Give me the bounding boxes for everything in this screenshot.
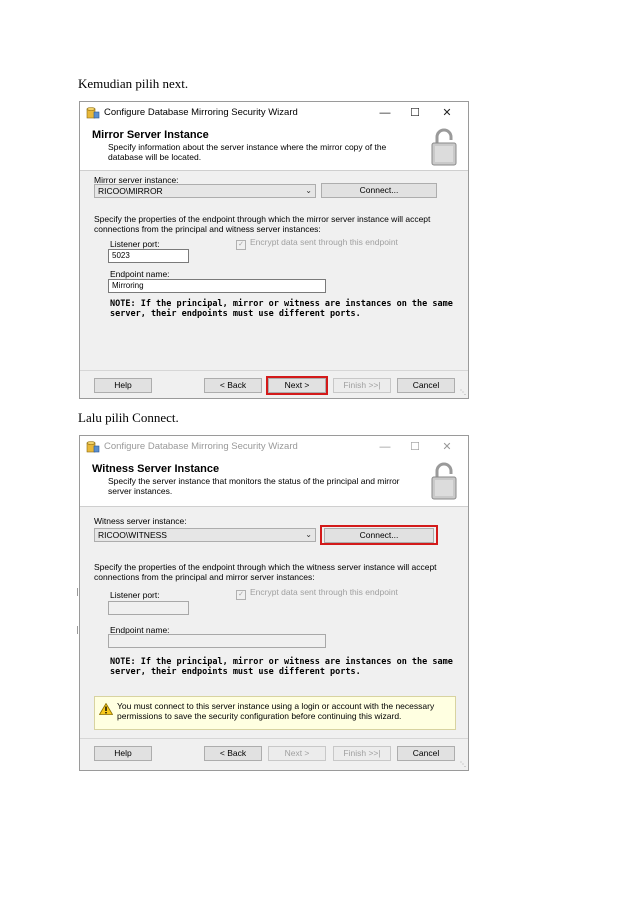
help-button[interactable]: Help — [94, 746, 152, 761]
help-button[interactable]: Help — [94, 378, 152, 393]
listener-port-input[interactable]: 5023 — [108, 249, 189, 263]
back-button[interactable]: < Back — [204, 746, 262, 761]
encrypt-label: Encrypt data sent through this endpoint — [250, 587, 398, 597]
wizard-header: Witness Server Instance Specify the serv… — [80, 458, 468, 507]
caption-lalu: Lalu pilih Connect. — [78, 410, 179, 425]
close-button[interactable]: ✕ — [432, 103, 462, 123]
window-title: Configure Database Mirroring Security Wi… — [104, 441, 298, 452]
checkbox-checked-icon: ✓ — [236, 240, 246, 250]
page-title: Mirror Server Instance — [92, 129, 209, 141]
caption-kemudian: Kemudian pilih next. — [78, 76, 189, 91]
close-button[interactable]: ✕ — [432, 437, 462, 457]
page-title: Witness Server Instance — [92, 463, 220, 475]
warning-icon — [99, 703, 113, 715]
resize-grip-icon[interactable]: ⋱ — [460, 389, 466, 396]
connect-button[interactable]: Connect... — [321, 183, 437, 198]
witness-instance-value: RICOO\WITNESS — [98, 530, 167, 540]
chevron-down-icon: ⌄ — [305, 186, 312, 195]
database-wizard-icon — [86, 441, 100, 453]
ports-note: NOTE: If the principal, mirror or witnes… — [110, 657, 453, 677]
endpoint-description: Specify the properties of the endpoint t… — [94, 214, 431, 234]
maximize-button[interactable]: ☐ — [400, 103, 430, 123]
page-description: Specify information about the server ins… — [108, 142, 387, 162]
database-wizard-icon — [86, 107, 100, 119]
title-bar: Configure Database Mirroring Security Wi… — [80, 102, 468, 124]
encrypt-label: Encrypt data sent through this endpoint — [250, 237, 398, 247]
finish-button[interactable]: Finish >>| — [333, 378, 391, 393]
minimize-button[interactable]: — — [370, 103, 400, 123]
footer-divider — [80, 370, 468, 371]
margin-mark — [77, 626, 78, 634]
endpoint-name-input[interactable] — [108, 634, 326, 648]
endpoint-name-label: Endpoint name: — [110, 269, 170, 279]
endpoint-name-input[interactable]: Mirroring — [108, 279, 326, 293]
cancel-button[interactable]: Cancel — [397, 378, 455, 393]
listener-port-input[interactable] — [108, 601, 189, 615]
next-button[interactable]: Next > — [268, 746, 326, 761]
checkbox-checked-icon: ✓ — [236, 590, 246, 600]
page-description: Specify the server instance that monitor… — [108, 476, 400, 496]
ports-note: NOTE: If the principal, mirror or witnes… — [110, 299, 453, 319]
resize-grip-icon[interactable]: ⋱ — [460, 761, 466, 768]
minimize-button[interactable]: — — [370, 437, 400, 457]
cancel-button[interactable]: Cancel — [397, 746, 455, 761]
witness-wizard-screenshot: Configure Database Mirroring Security Wi… — [79, 435, 469, 771]
lock-icon — [431, 462, 457, 500]
maximize-button[interactable]: ☐ — [400, 437, 430, 457]
finish-button[interactable]: Finish >>| — [333, 746, 391, 761]
footer-divider — [80, 738, 468, 739]
endpoint-description: Specify the properties of the endpoint t… — [94, 562, 437, 582]
encrypt-checkbox[interactable]: ✓ Encrypt data sent through this endpoint — [236, 587, 398, 600]
mirror-instance-value: RICOO\MIRROR — [98, 186, 163, 196]
lock-icon — [431, 128, 457, 166]
title-bar: Configure Database Mirroring Security Wi… — [80, 436, 468, 458]
listener-port-label: Listener port: — [110, 590, 160, 600]
back-button[interactable]: < Back — [204, 378, 262, 393]
warning-text: You must connect to this server instance… — [117, 701, 435, 721]
next-button-highlight — [266, 376, 328, 395]
wizard-header: Mirror Server Instance Specify informati… — [80, 124, 468, 171]
witness-instance-combo[interactable]: RICOO\WITNESS ⌄ — [94, 528, 316, 542]
mirror-instance-combo[interactable]: RICOO\MIRROR ⌄ — [94, 184, 316, 198]
listener-port-label: Listener port: — [110, 239, 160, 249]
window-title: Configure Database Mirroring Security Wi… — [104, 107, 298, 118]
witness-instance-label: Witness server instance: — [94, 516, 187, 526]
connect-button-highlight — [320, 525, 438, 545]
margin-mark — [77, 588, 78, 596]
warning-banner: You must connect to this server instance… — [94, 696, 456, 730]
mirror-wizard-screenshot: Configure Database Mirroring Security Wi… — [79, 101, 469, 399]
chevron-down-icon: ⌄ — [305, 530, 312, 539]
encrypt-checkbox[interactable]: ✓ Encrypt data sent through this endpoint — [236, 237, 398, 250]
